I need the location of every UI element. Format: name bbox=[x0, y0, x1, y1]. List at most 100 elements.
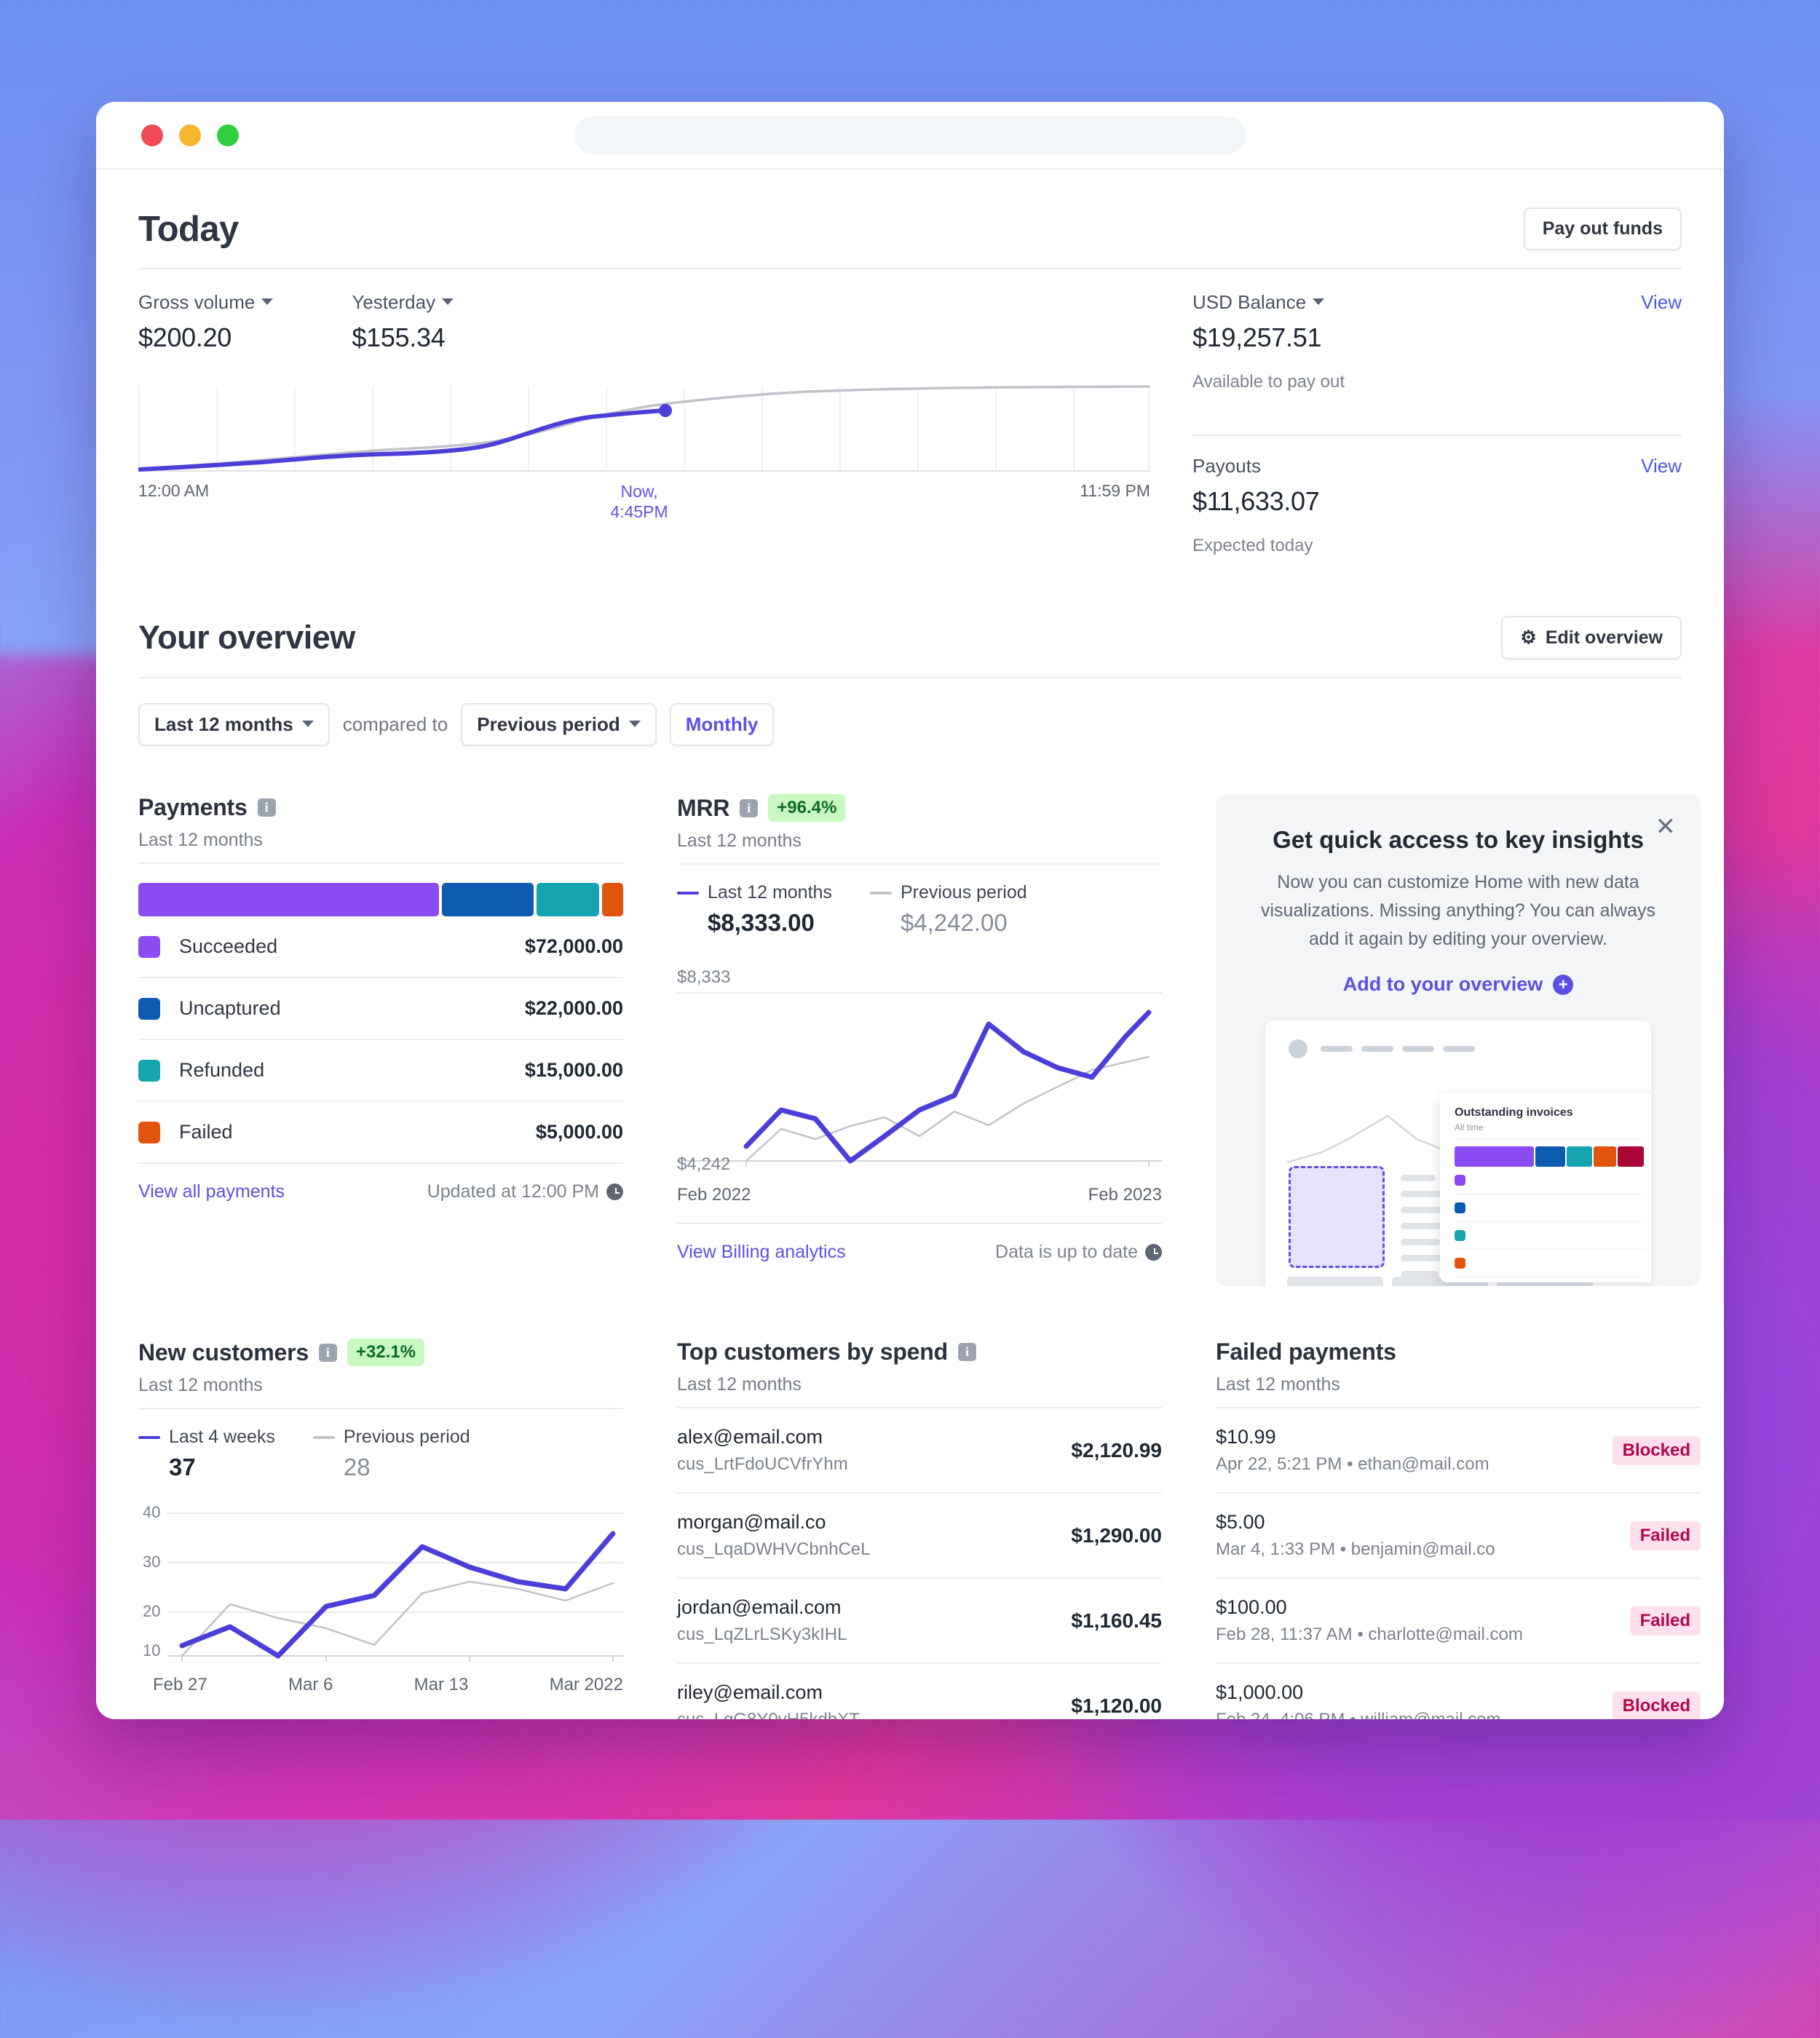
legend-line-icon bbox=[869, 891, 892, 895]
status-badge: Blocked bbox=[1612, 1691, 1701, 1719]
new-customers-card-subtitle: Last 12 months bbox=[138, 1375, 623, 1409]
mrr-axis-low: $4,242 bbox=[677, 1154, 731, 1174]
customer-amount: $1,160.45 bbox=[1071, 1609, 1162, 1632]
gross-volume-label-text: Gross volume bbox=[138, 291, 256, 313]
payouts-view-link[interactable]: View bbox=[1641, 455, 1682, 477]
customer-id: cus_LqG8Y0vH5kdbXT bbox=[677, 1710, 860, 1719]
view-all-payments-link[interactable]: View all payments bbox=[138, 1181, 285, 1202]
mock-nav-item bbox=[1321, 1046, 1353, 1052]
list-item[interactable]: $100.00 Feb 28, 11:37 AM • charlotte@mai… bbox=[1216, 1579, 1701, 1664]
x-tick-label: Mar 2022 bbox=[549, 1675, 623, 1694]
list-item[interactable]: morgan@mail.co cus_LqaDWHVCbnhCeL $1,290… bbox=[677, 1494, 1162, 1579]
close-window-icon[interactable] bbox=[141, 124, 163, 146]
today-stats: Gross volume $200.20 Yesterday $155.34 bbox=[138, 291, 1150, 353]
mock-legend-row bbox=[1455, 1250, 1644, 1278]
color-swatch-icon bbox=[138, 935, 160, 958]
list-item[interactable]: $1,000.00 Feb 24, 4:06 PM • william@mail… bbox=[1216, 1664, 1701, 1719]
failed-payment-info: $100.00 Feb 28, 11:37 AM • charlotte@mai… bbox=[1216, 1596, 1523, 1645]
maximize-window-icon[interactable] bbox=[217, 124, 239, 146]
chevron-down-icon bbox=[1313, 298, 1325, 305]
compare-filter-dropdown[interactable]: Previous period bbox=[461, 703, 657, 746]
failed-payment-amount: $10.99 bbox=[1216, 1426, 1276, 1448]
minimize-window-icon[interactable] bbox=[179, 124, 201, 146]
legend-line-icon bbox=[677, 891, 699, 895]
color-swatch-icon bbox=[138, 1059, 160, 1082]
mock-card-subtitle: All time bbox=[1455, 1122, 1644, 1140]
payments-stacked-bar bbox=[138, 883, 623, 916]
view-billing-analytics-link[interactable]: View Billing analytics bbox=[677, 1242, 846, 1263]
axis-now-line2: 4:45PM bbox=[610, 502, 668, 522]
edit-overview-label: Edit overview bbox=[1545, 627, 1663, 648]
pay-out-funds-button[interactable]: Pay out funds bbox=[1523, 207, 1682, 250]
mrr-legend-current-head: Last 12 months bbox=[677, 882, 832, 903]
customer-email: jordan@email.com bbox=[677, 1596, 842, 1618]
svg-text:10: 10 bbox=[143, 1641, 160, 1660]
info-icon[interactable]: i bbox=[957, 1343, 976, 1361]
failed-payments-card-subtitle: Last 12 months bbox=[1216, 1374, 1701, 1408]
range-filter-dropdown[interactable]: Last 12 months bbox=[138, 703, 330, 746]
table-row[interactable]: Failed $5,000.00 bbox=[138, 1102, 623, 1164]
new-customers-legend-current-name: Last 4 weeks bbox=[169, 1427, 275, 1447]
yesterday-label-text: Yesterday bbox=[352, 291, 436, 313]
chevron-down-icon bbox=[442, 298, 454, 305]
mrr-card-title: MRR bbox=[677, 794, 730, 821]
avatar bbox=[1289, 1039, 1307, 1059]
clock-icon bbox=[1145, 1244, 1162, 1261]
table-row[interactable]: Uncaptured $22,000.00 bbox=[138, 978, 623, 1040]
bar-segment-failed bbox=[602, 883, 623, 916]
status-badge: Failed bbox=[1629, 1520, 1701, 1550]
failed-payment-meta: Mar 4, 1:33 PM • benjamin@mail.co bbox=[1216, 1539, 1495, 1559]
address-bar-input[interactable] bbox=[574, 116, 1246, 154]
plus-icon: + bbox=[1553, 974, 1574, 995]
add-to-overview-link[interactable]: Add to your overview + bbox=[1249, 973, 1667, 996]
legend-line-icon bbox=[312, 1435, 335, 1439]
payouts-block: Payouts View $11,633.07 Expected today bbox=[1192, 455, 1682, 578]
payments-card-subtitle: Last 12 months bbox=[138, 830, 623, 864]
payouts-label-text: Payouts bbox=[1192, 455, 1261, 477]
customer-email: alex@email.com bbox=[677, 1426, 823, 1448]
info-icon[interactable]: i bbox=[740, 798, 759, 817]
compare-filter-label: Previous period bbox=[477, 713, 620, 735]
list-item[interactable]: alex@email.com cus_LrtFdoUCVfrYhm $2,120… bbox=[677, 1408, 1162, 1494]
new-customers-card-header: New customers i +32.1% bbox=[138, 1339, 623, 1366]
usd-balance-label[interactable]: USD Balance bbox=[1192, 291, 1325, 314]
usd-balance-block: USD Balance View $19,257.51 Available to… bbox=[1192, 291, 1682, 414]
list-item[interactable]: riley@email.com cus_LqG8Y0vH5kdbXT $1,12… bbox=[677, 1664, 1162, 1719]
list-item[interactable]: $5.00 Mar 4, 1:33 PM • benjamin@mail.co … bbox=[1216, 1494, 1701, 1579]
color-swatch-icon bbox=[1455, 1175, 1465, 1186]
failed-payments-card-title: Failed payments bbox=[1216, 1339, 1396, 1365]
gear-icon: ⚙ bbox=[1520, 627, 1537, 648]
edit-overview-button[interactable]: ⚙ Edit overview bbox=[1501, 616, 1682, 659]
svg-text:20: 20 bbox=[143, 1602, 160, 1620]
legend-label: Succeeded bbox=[179, 935, 278, 957]
customer-amount: $1,120.00 bbox=[1071, 1694, 1162, 1717]
failed-payments-card: Failed payments Last 12 months $10.99 Ap… bbox=[1216, 1339, 1701, 1719]
info-icon[interactable]: i bbox=[257, 798, 276, 817]
table-row[interactable]: Refunded $15,000.00 bbox=[138, 1040, 623, 1102]
mock-footer-block bbox=[1287, 1277, 1383, 1286]
payments-updated-text: Updated at 12:00 PM bbox=[427, 1181, 599, 1202]
legend-value: $5,000.00 bbox=[535, 1121, 623, 1143]
drop-target-placeholder[interactable] bbox=[1289, 1166, 1385, 1269]
gross-volume-value: $200.20 bbox=[138, 322, 232, 352]
close-icon[interactable]: ✕ bbox=[1655, 814, 1677, 839]
payments-card: Payments i Last 12 months Succeeded $72,… bbox=[138, 794, 623, 1286]
svg-text:40: 40 bbox=[143, 1503, 160, 1521]
list-item[interactable]: jordan@email.com cus_LqZLrLSKy3kIHL $1,1… bbox=[677, 1579, 1162, 1664]
failed-payments-card-header: Failed payments bbox=[1216, 1339, 1701, 1365]
mock-bar-segment bbox=[1566, 1146, 1593, 1167]
add-to-overview-label: Add to your overview bbox=[1342, 973, 1543, 996]
table-row[interactable]: Succeeded $72,000.00 bbox=[138, 916, 623, 978]
interval-filter-button[interactable]: Monthly bbox=[669, 703, 775, 746]
list-item[interactable]: $10.99 Apr 22, 5:21 PM • ethan@mail.com … bbox=[1216, 1408, 1701, 1494]
usd-balance-view-link[interactable]: View bbox=[1641, 291, 1682, 314]
gross-volume-label[interactable]: Gross volume bbox=[138, 291, 274, 314]
customer-id: cus_LqaDWHVCbnhCeL bbox=[677, 1539, 871, 1559]
usd-balance-label-text: USD Balance bbox=[1192, 291, 1307, 313]
yesterday-label[interactable]: Yesterday bbox=[352, 291, 454, 314]
info-icon[interactable]: i bbox=[318, 1343, 337, 1362]
payouts-label: Payouts bbox=[1192, 455, 1261, 477]
yesterday-value: $155.34 bbox=[352, 322, 446, 352]
usd-balance-header: USD Balance View bbox=[1192, 291, 1682, 314]
mock-bar-segment bbox=[1455, 1146, 1535, 1167]
